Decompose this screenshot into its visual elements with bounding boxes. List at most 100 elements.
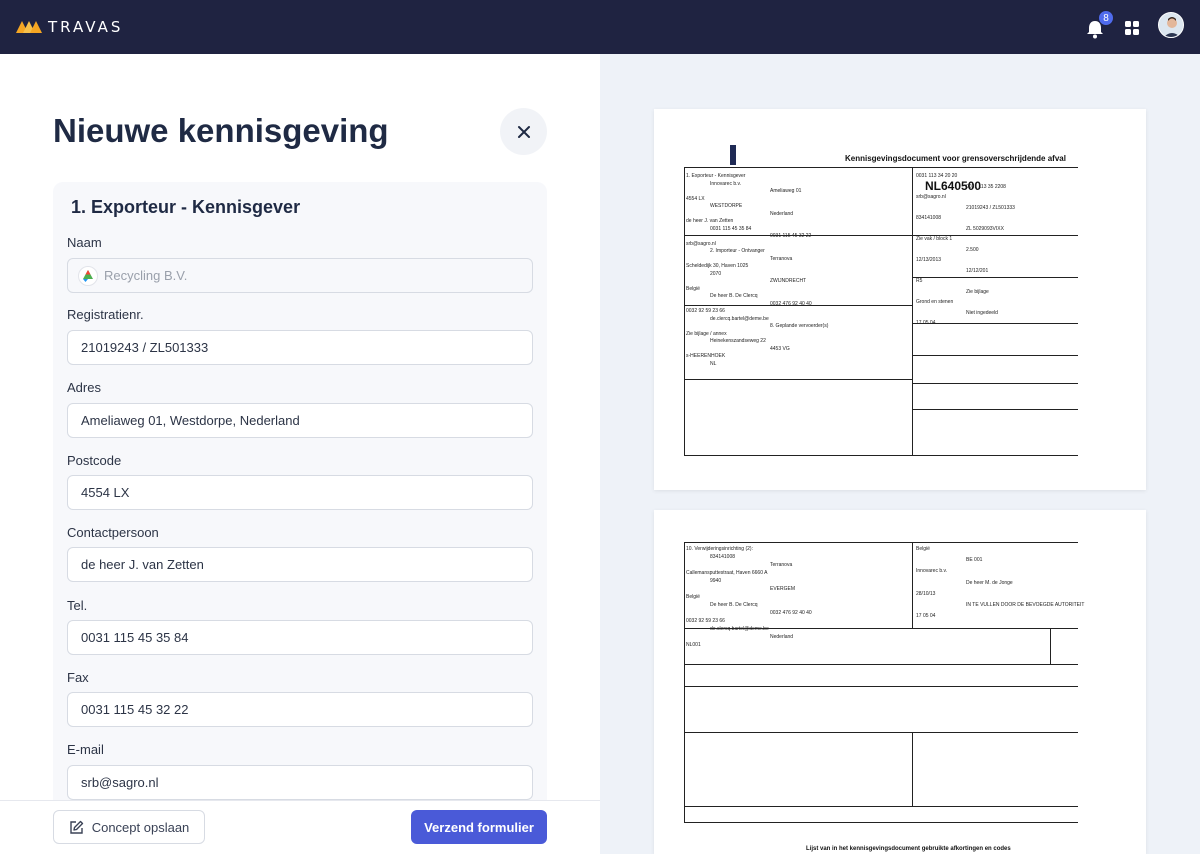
document-text-line: 2070 bbox=[710, 270, 722, 277]
document-page-2-footer-title: Lijst van in het kennisgevingsdocument g… bbox=[806, 846, 1011, 852]
document-page-1[interactable]: Kennisgevingsdocument voor grensoverschr… bbox=[654, 109, 1146, 490]
save-draft-button[interactable]: Concept opslaan bbox=[53, 810, 205, 844]
email-label: E-mail bbox=[67, 742, 104, 757]
address-label: Adres bbox=[67, 380, 101, 395]
phone-field[interactable]: 0031 115 45 35 84 bbox=[67, 620, 533, 655]
document-text-line: 9940 bbox=[710, 578, 722, 584]
document-text-line: België bbox=[686, 285, 700, 292]
document-text-line: 2.500 bbox=[966, 246, 979, 253]
document-rule-line bbox=[684, 732, 1078, 733]
document-text-line: NL001 bbox=[686, 642, 701, 648]
document-text-line: Innovarec b.v. bbox=[916, 568, 948, 575]
notification-count-badge: 8 bbox=[1098, 10, 1114, 26]
document-rule-line bbox=[684, 686, 1078, 687]
document-text-line: 834141008 bbox=[710, 554, 736, 560]
grid-icon bbox=[1125, 21, 1139, 35]
document-text-line: Zie bijlage / annex bbox=[686, 330, 727, 337]
document-rule-line bbox=[912, 542, 913, 628]
document-text-line: BE 001 bbox=[966, 557, 983, 564]
document-text-line: Ameliaweg 01 bbox=[770, 188, 802, 194]
document-text-line: 0032 92 59 23 66 bbox=[686, 618, 725, 624]
document-text-line: Zie vak / block 1 bbox=[916, 236, 953, 242]
document-text-line: de.clercq.bartel@deme.be bbox=[710, 626, 769, 632]
fax-label: Fax bbox=[67, 670, 89, 685]
document-text-line: de heer J. van Zetten bbox=[686, 218, 734, 224]
document-text-line: Grond en stenen bbox=[916, 299, 954, 305]
document-text-line: 834141008 bbox=[916, 215, 942, 221]
document-text-line: Nederland bbox=[770, 634, 794, 640]
document-emblem bbox=[730, 145, 736, 165]
section-title: 1. Exporteur - Kennisgever bbox=[71, 197, 301, 217]
document-text-line: België bbox=[686, 594, 700, 600]
company-logo-icon bbox=[78, 265, 98, 286]
document-rule-line bbox=[912, 277, 1078, 278]
user-avatar[interactable] bbox=[1158, 12, 1184, 38]
document-text-line: 4554 LX bbox=[686, 195, 705, 202]
document-text-line: Zie bijlage bbox=[966, 288, 989, 295]
document-rule-line bbox=[684, 822, 1078, 823]
postcode-label: Postcode bbox=[67, 453, 122, 468]
document-rule-line bbox=[912, 167, 913, 455]
document-text-line: 0031 113 35 2208 bbox=[966, 183, 1006, 190]
phone-label: Tel. bbox=[67, 598, 88, 613]
document-rule-line bbox=[912, 323, 1078, 324]
document-text-line: De heer M. de Jonge bbox=[966, 579, 1013, 586]
document-text-line: 0031 113 34 20 20 bbox=[916, 173, 958, 179]
document-text-line: 0031 115 45 35 84 bbox=[710, 225, 752, 232]
document-text-line: 28/10/13 bbox=[916, 590, 936, 597]
top-navigation-bar: TRAVAS 8 bbox=[0, 0, 1200, 54]
name-field[interactable]: Recycling B.V. bbox=[67, 258, 533, 293]
document-rule-line bbox=[684, 542, 685, 822]
registration-field[interactable]: 21019243 / ZL501333 bbox=[67, 330, 533, 365]
email-field[interactable]: srb@sagro.nl bbox=[67, 765, 533, 800]
document-text-line: srb@sagro.nl bbox=[686, 240, 716, 247]
document-text-line: 17 05 04 bbox=[916, 320, 936, 326]
document-text-line: De heer B. De Clercq bbox=[710, 602, 758, 608]
document-text-line: s-HEERENHOEK bbox=[686, 353, 726, 359]
document-rule-line bbox=[912, 409, 1078, 410]
app-name: TRAVAS bbox=[48, 18, 124, 36]
document-rule-line bbox=[684, 542, 1078, 543]
document-text-line: R5 bbox=[916, 278, 923, 284]
document-text-line: 4453 VG bbox=[770, 345, 790, 352]
user-icon bbox=[1159, 13, 1183, 37]
submit-button[interactable]: Verzend formulier bbox=[411, 810, 547, 844]
app-logo[interactable]: TRAVAS bbox=[16, 18, 123, 36]
document-text-line: Callemansputtestraat, Haven 6660 A bbox=[686, 570, 768, 576]
document-rule-line bbox=[684, 664, 1078, 665]
fax-field[interactable]: 0031 115 45 32 22 bbox=[67, 692, 533, 727]
document-text-line: srb@sagro.nl bbox=[916, 194, 946, 200]
document-rule-line bbox=[684, 167, 685, 455]
document-text-line: IN TE VULLEN DOOR DE BEVOEGDE AUTORITEIT bbox=[966, 602, 1085, 608]
name-label: Naam bbox=[67, 235, 102, 250]
document-text-line: Terranova bbox=[770, 255, 793, 262]
close-button[interactable] bbox=[500, 108, 547, 155]
contact-person-field[interactable]: de heer J. van Zetten bbox=[67, 547, 533, 582]
save-draft-label: Concept opslaan bbox=[91, 819, 190, 835]
apps-grid-button[interactable] bbox=[1124, 20, 1140, 36]
document-rule-line bbox=[1050, 628, 1051, 664]
document-rule-line bbox=[684, 167, 1078, 168]
document-text-line: Scheldedijk 30, Haven 1025 bbox=[686, 263, 749, 269]
address-field[interactable]: Ameliaweg 01, Westdorpe, Nederland bbox=[67, 403, 533, 438]
close-icon bbox=[517, 125, 530, 138]
document-text-line: 0032 92 59 23 66 bbox=[686, 308, 725, 314]
document-text-line: België bbox=[916, 546, 930, 552]
contact-person-label: Contactpersoon bbox=[67, 525, 159, 540]
document-text-line: WESTDORPE bbox=[710, 203, 743, 209]
document-rule-line bbox=[684, 806, 1078, 807]
logo-icon bbox=[16, 21, 42, 33]
notifications-button[interactable]: 8 bbox=[1084, 10, 1114, 39]
document-text-line: de.clercq.bartel@deme.be bbox=[710, 315, 769, 322]
postcode-field[interactable]: 4554 LX bbox=[67, 475, 533, 510]
document-text-line: NL bbox=[710, 360, 717, 367]
name-value: Recycling B.V. bbox=[104, 268, 188, 283]
document-text-line: Terranova bbox=[770, 562, 793, 568]
document-rule-line bbox=[684, 455, 1078, 456]
document-rule-line bbox=[912, 383, 1078, 384]
document-text-line: 8. Geplande vervoerder(s) bbox=[770, 323, 829, 329]
document-page-2[interactable]: 10. Verwijderingsinrichting (2): 83414100… bbox=[654, 510, 1146, 854]
document-text-line: 0032 476 92 40 40 bbox=[770, 610, 812, 616]
document-text-line: 2. Importeur - Ontvanger bbox=[710, 248, 765, 254]
document-text-line: 21019243 / ZL501333 bbox=[966, 204, 1015, 211]
